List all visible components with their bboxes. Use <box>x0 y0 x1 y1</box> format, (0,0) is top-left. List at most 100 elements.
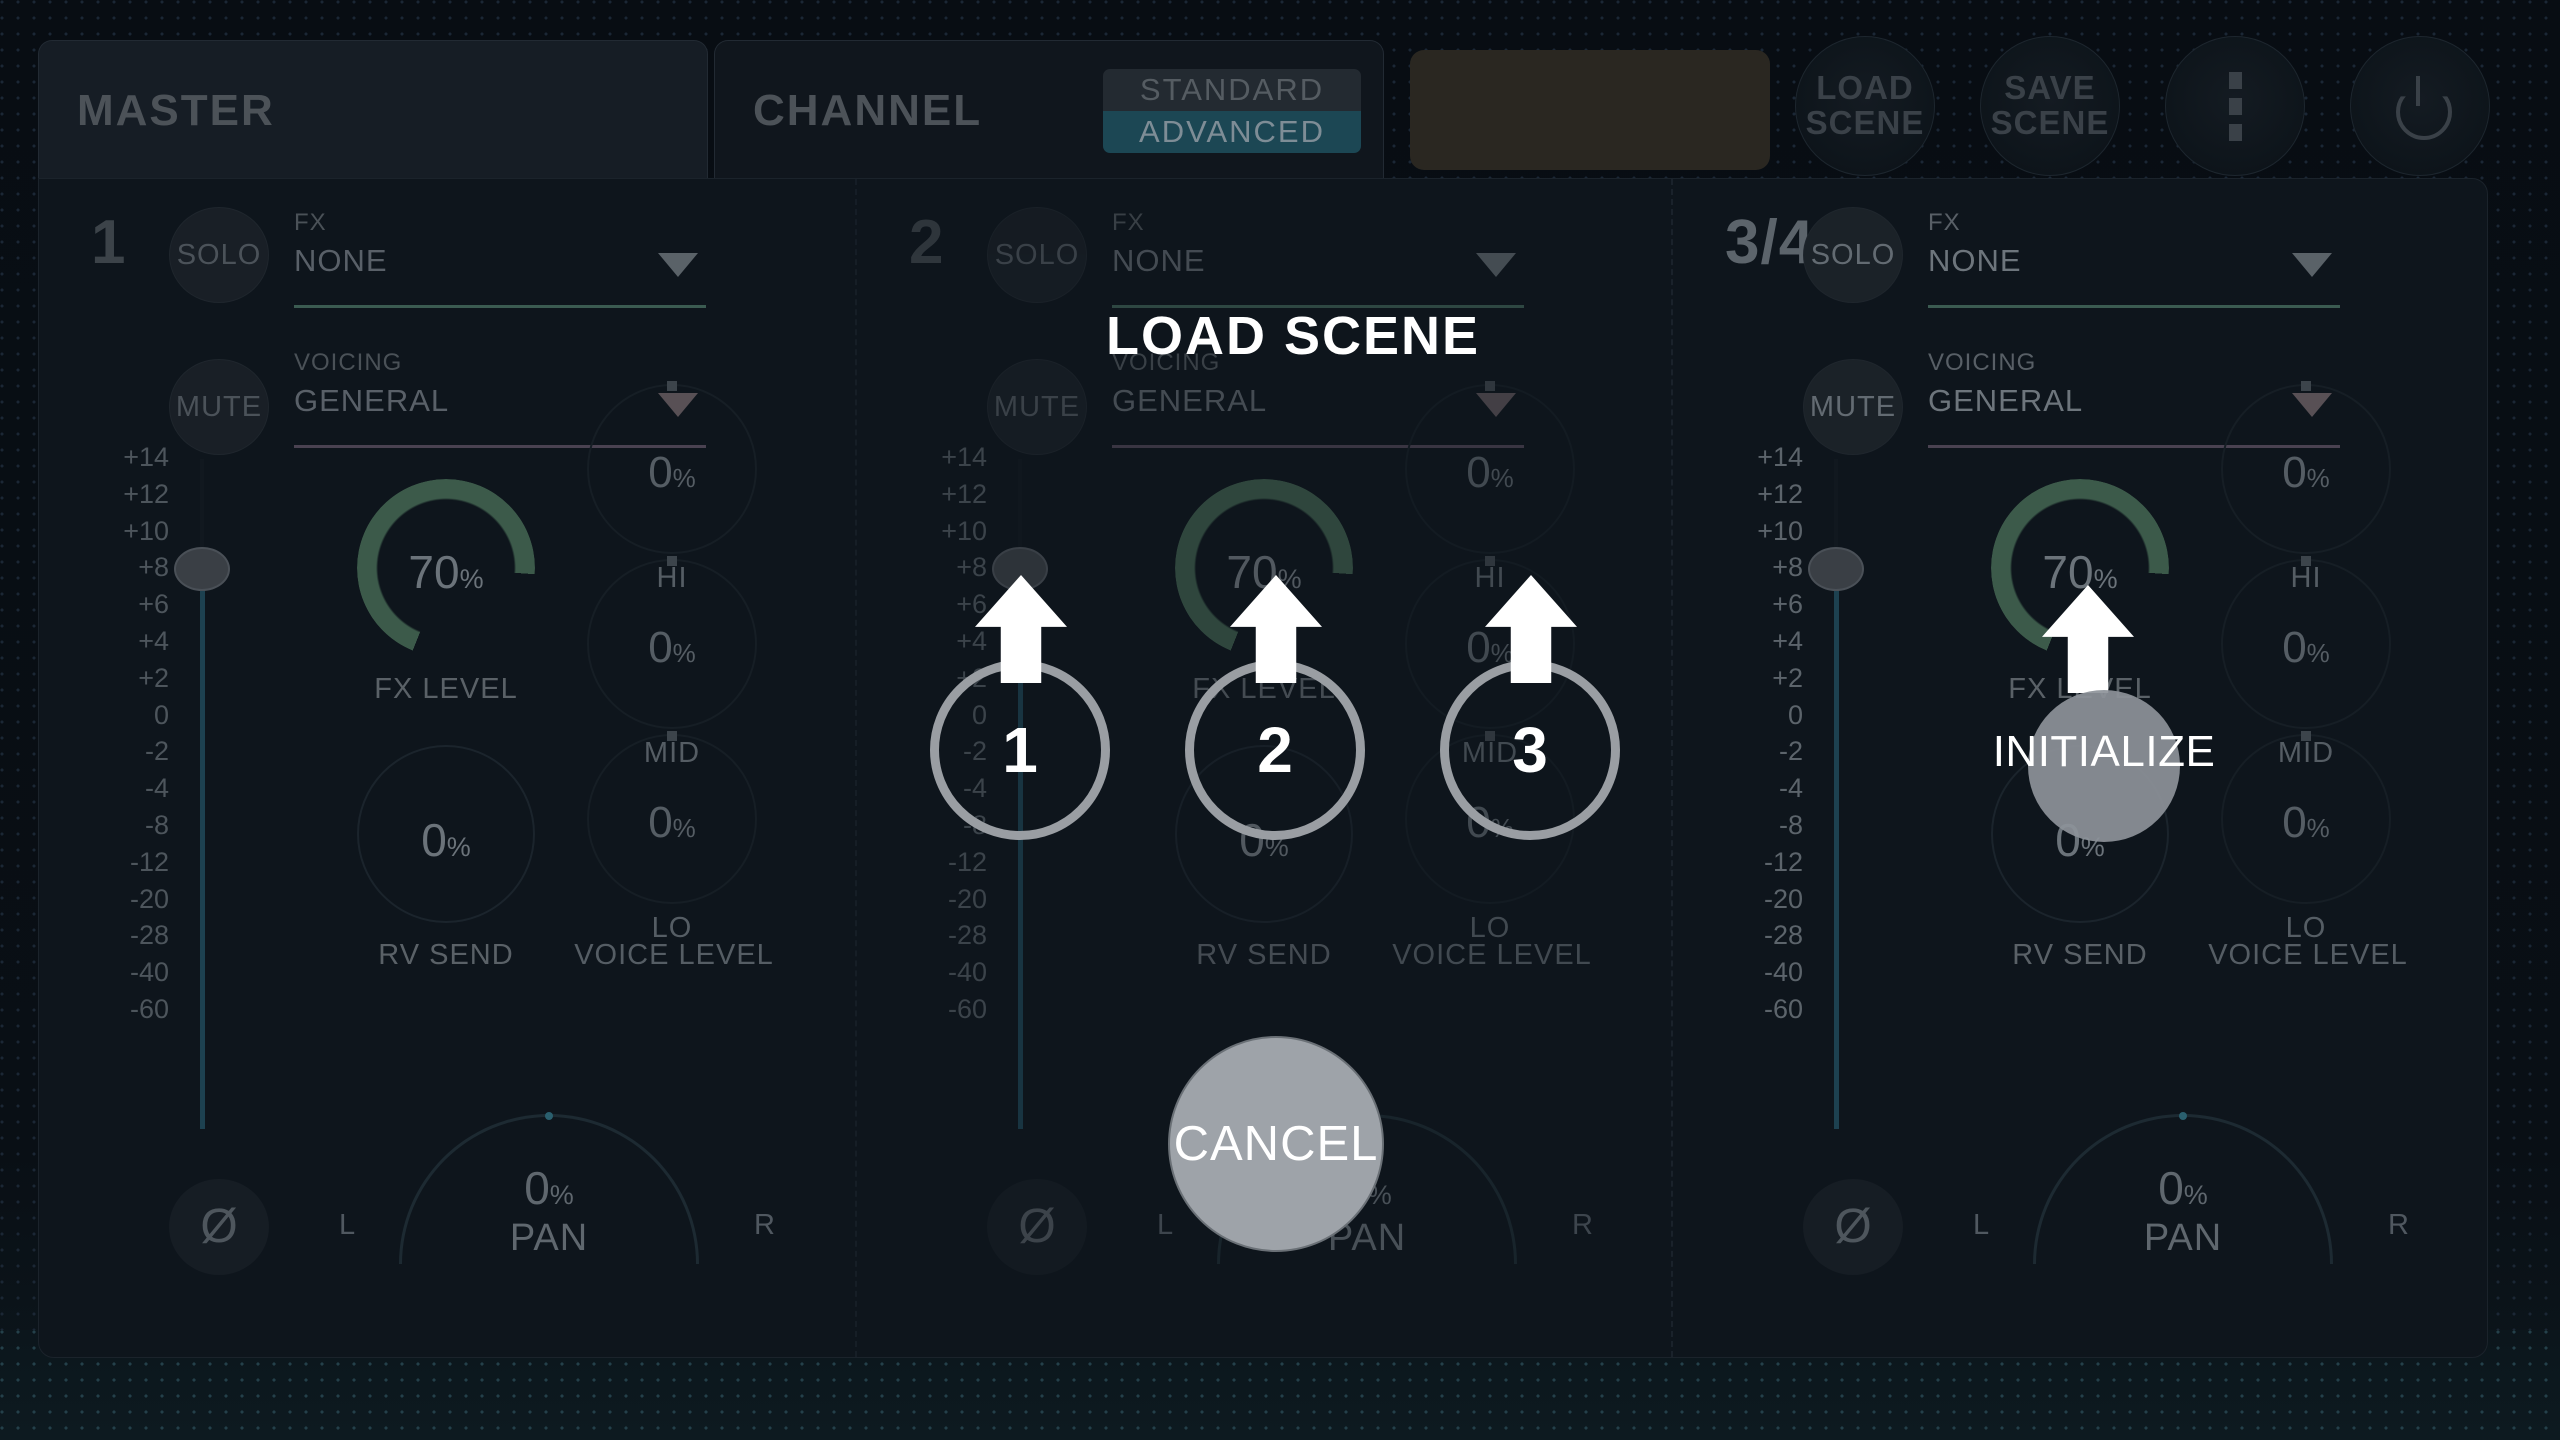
pan-right-label: R <box>2388 1209 2409 1241</box>
db-tick: +10 <box>1757 515 1803 546</box>
db-tick: -2 <box>1778 736 1803 767</box>
db-scale: +14 +12 +10 +8 +6 +4 +2 0 -2 -4 -8 -12 -… <box>79 444 169 1033</box>
phase-invert-icon: Ø <box>200 1200 238 1253</box>
rv-send-value: 0% <box>359 813 533 867</box>
pan-control[interactable]: 0% PAN <box>2033 1112 2333 1264</box>
mute-button[interactable]: MUTE <box>1803 359 1903 455</box>
db-tick: 0 <box>153 699 169 730</box>
eq-hi-value: 0% <box>1407 448 1573 498</box>
db-tick: -28 <box>129 920 169 951</box>
phase-invert-button[interactable]: Ø <box>1803 1179 1903 1275</box>
mute-button[interactable]: MUTE <box>987 359 1087 455</box>
tab-master[interactable]: MASTER <box>38 40 708 180</box>
eq-mid-number: 0 <box>2282 623 2307 672</box>
db-tick: -60 <box>1763 993 1803 1024</box>
mute-button[interactable]: MUTE <box>169 359 269 455</box>
pan-indicator-dot <box>545 1112 553 1120</box>
voicing-caption: VOICING <box>1928 349 2037 376</box>
initialize-button-label: INITIALIZE <box>1992 727 2216 776</box>
scene-name-display[interactable] <box>1410 50 1770 170</box>
knob-tick-icon <box>2301 556 2311 566</box>
vertical-dots-icon <box>2228 71 2242 141</box>
pan-control[interactable]: 0% PAN <box>399 1112 699 1264</box>
db-tick: -4 <box>144 773 169 804</box>
pan-right-label: R <box>1572 1209 1593 1241</box>
power-button[interactable] <box>2350 36 2490 176</box>
rv-send-unit: % <box>446 832 471 862</box>
db-tick: -20 <box>129 883 169 914</box>
fx-level-knob[interactable]: 70% FX LEVEL <box>357 479 535 706</box>
db-tick: +10 <box>941 515 987 546</box>
eq-hi-value: 0% <box>2223 448 2389 498</box>
chevron-down-icon[interactable] <box>1476 253 1516 277</box>
scene-slot-3-button[interactable]: 3 <box>1440 660 1620 840</box>
eq-mid-value: 0% <box>2223 623 2389 673</box>
db-tick: -12 <box>1763 846 1803 877</box>
db-tick: -2 <box>144 736 169 767</box>
eq-lo-knob[interactable]: 0% LO <box>587 731 757 945</box>
knob-tick-icon <box>667 731 677 741</box>
fader-track-lower <box>200 577 205 1129</box>
chevron-down-icon[interactable] <box>2292 253 2332 277</box>
db-tick: -4 <box>1778 773 1803 804</box>
phase-invert-button[interactable]: Ø <box>169 1179 269 1275</box>
phase-invert-button[interactable]: Ø <box>987 1179 1087 1275</box>
voice-level-label: VOICE LEVEL <box>2208 939 2408 971</box>
scene-slot-3-label: 3 <box>1512 714 1548 786</box>
phase-invert-icon: Ø <box>1834 1200 1872 1253</box>
db-tick: -20 <box>1763 883 1803 914</box>
eq-lo-unit: % <box>2306 813 2330 843</box>
solo-button[interactable]: SOLO <box>1803 207 1903 303</box>
eq-lo-number: 0 <box>2282 798 2307 847</box>
eq-mid-arc: 0% <box>587 556 757 729</box>
mode-advanced-option[interactable]: ADVANCED <box>1103 111 1361 153</box>
pan-unit: % <box>549 1180 574 1210</box>
fx-underline <box>1928 305 2340 308</box>
cancel-button[interactable]: CANCEL <box>1168 1036 1384 1252</box>
mode-standard-option[interactable]: STANDARD <box>1103 69 1361 111</box>
eq-hi-unit: % <box>2306 463 2330 493</box>
fx-dropdown[interactable]: FX NONE <box>1112 209 1524 308</box>
rv-send-number: 0 <box>421 814 447 866</box>
fx-level-value: 70% <box>357 545 535 599</box>
db-tick: +4 <box>1772 625 1803 656</box>
solo-button[interactable]: SOLO <box>169 207 269 303</box>
fader-knob[interactable] <box>174 547 230 591</box>
voice-level-label: VOICE LEVEL <box>574 939 774 971</box>
fx-dropdown[interactable]: FX NONE <box>1928 209 2340 308</box>
pan-unit: % <box>2183 1180 2208 1210</box>
db-tick: +14 <box>941 442 987 472</box>
db-tick: -40 <box>1763 957 1803 988</box>
voice-level-label: VOICE LEVEL <box>1392 939 1592 971</box>
save-scene-button[interactable]: SAVE SCENE <box>1980 36 2120 176</box>
eq-lo-value: 0% <box>589 798 755 848</box>
db-tick: +8 <box>956 552 987 583</box>
tab-channel[interactable]: CHANNEL STANDARD ADVANCED <box>714 40 1384 180</box>
db-tick: +4 <box>956 625 987 656</box>
db-tick: +12 <box>1757 478 1803 509</box>
eq-hi-number: 0 <box>648 448 673 497</box>
eq-hi-arc: 0% <box>587 381 757 554</box>
channel-fader[interactable] <box>174 459 230 1239</box>
fader-knob[interactable] <box>1808 547 1864 591</box>
more-menu-button[interactable] <box>2165 36 2305 176</box>
eq-mid-unit: % <box>2306 638 2330 668</box>
channel-fader[interactable] <box>1808 459 1864 1239</box>
eq-lo-unit: % <box>672 813 696 843</box>
scene-slot-1-button[interactable]: 1 <box>930 660 1110 840</box>
fader-track-lower <box>1834 577 1839 1129</box>
fx-dropdown[interactable]: FX NONE <box>294 209 706 308</box>
knob-tick-icon <box>667 381 677 391</box>
up-arrow-icon <box>1485 575 1577 683</box>
up-arrow-icon <box>2042 585 2134 693</box>
eq-hi-unit: % <box>672 463 696 493</box>
rv-send-knob[interactable]: 0% RV SEND <box>357 745 535 972</box>
load-scene-button[interactable]: LOAD SCENE <box>1795 36 1935 176</box>
solo-button[interactable]: SOLO <box>987 207 1087 303</box>
channel-number: 1 <box>91 208 127 277</box>
eq-lo-knob[interactable]: 0% LO <box>2221 731 2391 945</box>
scene-slot-2-button[interactable]: 2 <box>1185 660 1365 840</box>
chevron-down-icon[interactable] <box>658 253 698 277</box>
mode-switch[interactable]: STANDARD ADVANCED <box>1103 69 1361 153</box>
db-tick: +8 <box>1772 552 1803 583</box>
